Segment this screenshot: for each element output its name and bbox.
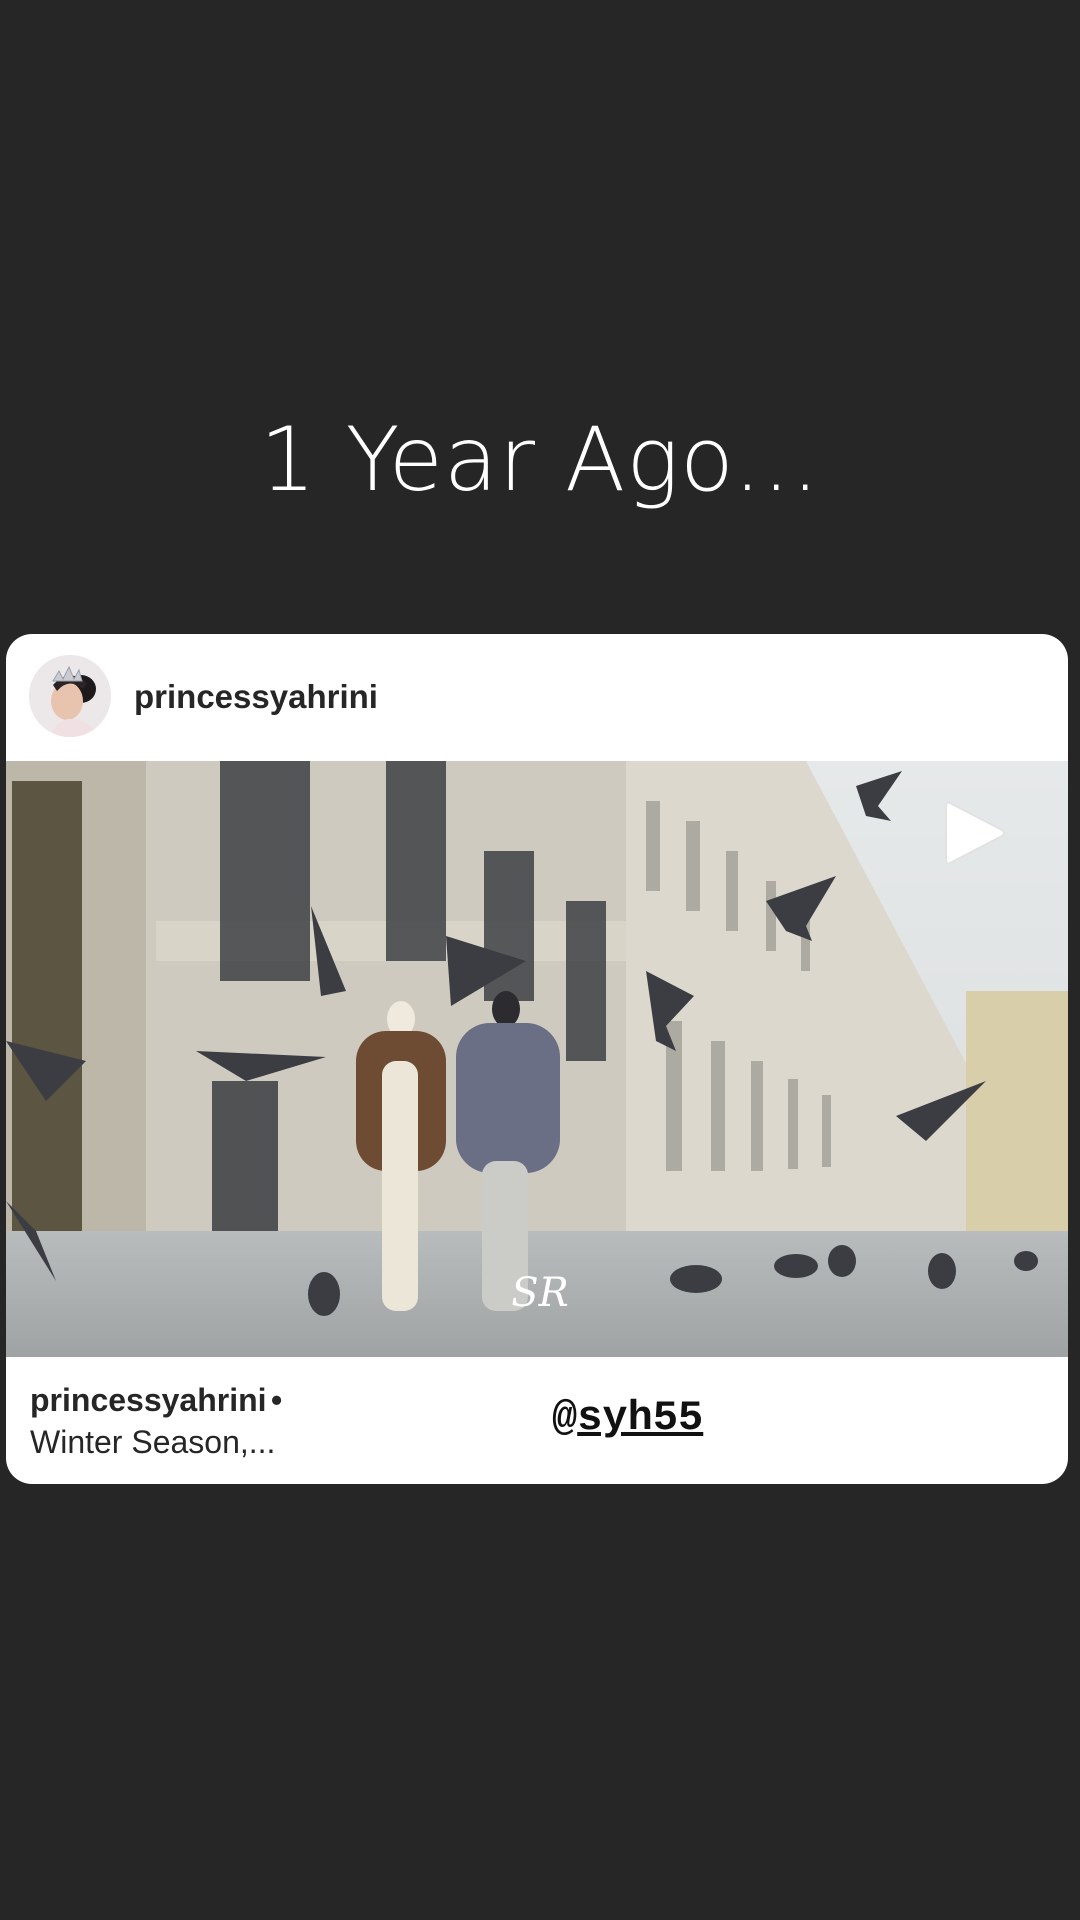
- play-icon[interactable]: [936, 795, 1012, 871]
- post-card[interactable]: princessyahrini SR princessyahrini • Win…: [6, 634, 1068, 1484]
- avatar[interactable]: [29, 655, 111, 737]
- caption-username: princessyahrini: [30, 1382, 267, 1418]
- post-author-name[interactable]: princessyahrini: [134, 678, 378, 716]
- post-video[interactable]: SR: [6, 761, 1068, 1357]
- watermark: SR: [511, 1270, 569, 1316]
- story-headline: 1 Year Ago...: [259, 408, 821, 511]
- video-thumbnail: SR: [6, 761, 1068, 1357]
- caption-separator: •: [271, 1382, 283, 1418]
- post-header[interactable]: princessyahrini: [6, 634, 1068, 761]
- mention-sticker[interactable]: @syh55: [552, 1394, 703, 1442]
- mention-handle[interactable]: syh55: [577, 1394, 703, 1442]
- avatar-image: [29, 655, 111, 737]
- post-caption[interactable]: princessyahrini • Winter Season,...: [30, 1380, 490, 1464]
- mention-at: @: [552, 1394, 578, 1442]
- caption-text: Winter Season,...: [30, 1424, 276, 1460]
